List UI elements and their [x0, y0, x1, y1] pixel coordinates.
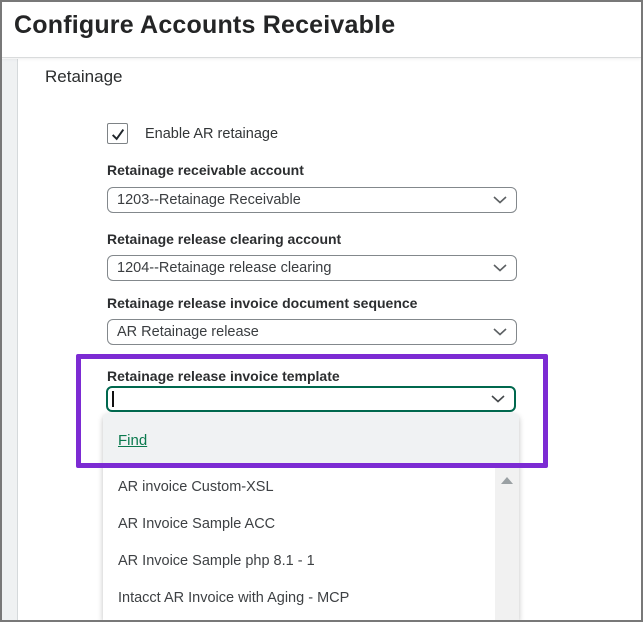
- list-item[interactable]: AR Invoice Sample ACC: [103, 505, 495, 542]
- page-title: Configure Accounts Receivable: [14, 11, 396, 39]
- title-bar: Configure Accounts Receivable: [2, 2, 641, 58]
- enable-ar-retainage-label: Enable AR retainage: [145, 126, 279, 142]
- template-option-list: AR invoice Custom-XSL AR Invoice Sample …: [103, 468, 495, 620]
- chevron-down-icon: [493, 196, 507, 204]
- select-value: AR Retainage release: [117, 324, 259, 340]
- retainage-release-invoice-template-label: Retainage release invoice template: [107, 368, 340, 384]
- dropdown-find-row: Find: [103, 413, 519, 468]
- retainage-release-invoice-document-sequence-select[interactable]: AR Retainage release: [107, 319, 517, 345]
- chevron-down-icon: [493, 264, 507, 272]
- enable-ar-retainage-checkbox[interactable]: [107, 123, 128, 144]
- list-item[interactable]: Intacct AR Invoice with Aging - MCP: [103, 579, 495, 616]
- chevron-down-icon[interactable]: [491, 395, 505, 403]
- checkmark-icon: [110, 126, 126, 142]
- scroll-up-arrow-icon[interactable]: [501, 477, 513, 484]
- retainage-release-clearing-account-select[interactable]: 1204--Retainage release clearing: [107, 255, 517, 281]
- retainage-receivable-account-select[interactable]: 1203--Retainage Receivable: [107, 187, 517, 213]
- retainage-release-clearing-account-label: Retainage release clearing account: [107, 231, 342, 247]
- text-caret: [112, 391, 114, 407]
- retainage-release-invoice-template-combobox[interactable]: [106, 386, 516, 412]
- select-value: 1204--Retainage release clearing: [117, 260, 332, 276]
- configure-accounts-receivable-window: Configure Accounts Receivable Retainage …: [0, 0, 643, 622]
- retainage-receivable-account-label: Retainage receivable account: [107, 162, 304, 178]
- section-heading-retainage: Retainage: [45, 67, 123, 86]
- list-item[interactable]: AR invoice Custom-XSL: [103, 468, 495, 505]
- list-item[interactable]: AR Invoice Sample php 8.1 - 1: [103, 542, 495, 579]
- chevron-down-icon: [493, 328, 507, 336]
- select-value: 1203--Retainage Receivable: [117, 192, 301, 208]
- retainage-release-invoice-document-sequence-label: Retainage release invoice document seque…: [107, 295, 418, 311]
- template-dropdown-panel: Find AR invoice Custom-XSL AR Invoice Sa…: [103, 413, 519, 620]
- dropdown-scrollbar[interactable]: [495, 468, 519, 620]
- find-link[interactable]: Find: [118, 432, 147, 449]
- left-gutter: [2, 59, 18, 620]
